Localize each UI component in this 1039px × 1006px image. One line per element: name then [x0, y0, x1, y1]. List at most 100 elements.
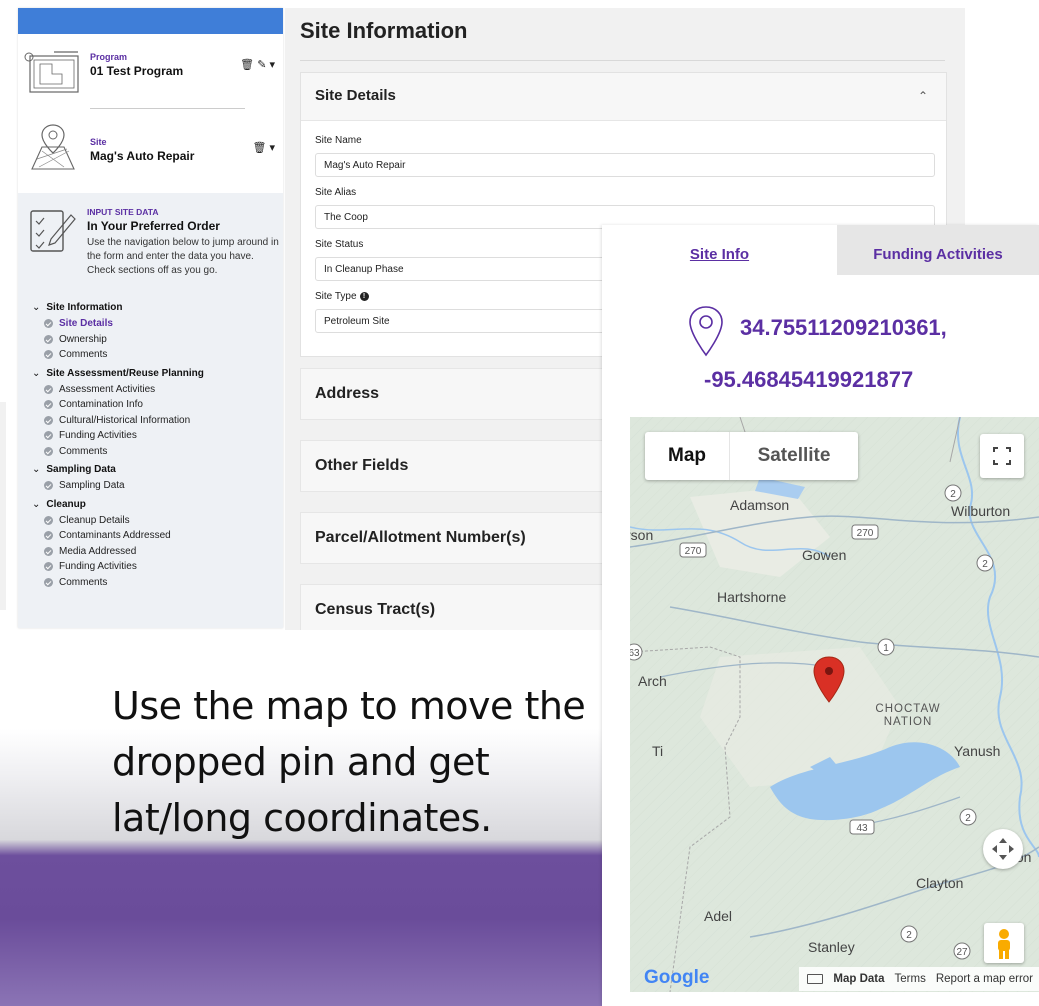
route-shield: 43 — [856, 823, 868, 834]
nav-section-header[interactable]: ⌄ Site Information — [32, 302, 283, 316]
site-name-input[interactable]: Mag's Auto Repair — [315, 153, 935, 177]
tab-funding-activities[interactable]: Funding Activities — [837, 225, 1039, 275]
nav-section-header[interactable]: ⌄ Site Assessment/Reuse Planning — [32, 368, 283, 382]
nav-section-header[interactable]: ⌄ Cleanup — [32, 499, 283, 513]
site-actions[interactable]: 🗑 ▾ — [252, 141, 275, 154]
nav-item[interactable]: Comments — [32, 575, 283, 591]
check-circle-icon — [44, 431, 53, 441]
check-circle-icon — [44, 400, 53, 410]
map-footer: Map Data Terms Report a map error — [799, 967, 1039, 991]
background-panel-edge — [0, 402, 6, 610]
check-circle-icon — [44, 446, 53, 456]
nav-section-label: Site Assessment/Reuse Planning — [46, 367, 204, 379]
route-shield: 63 — [630, 648, 640, 659]
nav-item[interactable]: Funding Activities — [32, 428, 283, 444]
section-navigation: INPUT SITE DATA In Your Preferred Order … — [18, 193, 283, 628]
report-map-error-link[interactable]: Report a map error — [936, 973, 1033, 985]
chevron-up-icon[interactable]: ⌃ — [918, 89, 928, 103]
nav-item[interactable]: Assessment Activities — [32, 382, 283, 398]
check-circle-icon — [44, 546, 53, 556]
map-type-satellite-button[interactable]: Satellite — [730, 432, 858, 480]
map-data-link[interactable]: Map Data — [833, 973, 884, 985]
map-canvas[interactable]: 270 270 2 2 1 63 43 2 2 27 Adamson Wilbu… — [630, 417, 1039, 992]
nav-item-label: Contamination Info — [59, 399, 143, 411]
slide-caption: Use the map to move the dropped pin and … — [112, 684, 586, 840]
terms-link[interactable]: Terms — [895, 973, 926, 985]
chevron-down-icon: ⌄ — [32, 464, 41, 475]
chevron-down-icon: ⌄ — [32, 367, 41, 379]
route-shield: 2 — [906, 930, 912, 941]
site-details-header[interactable]: Site Details ⌃ — [301, 73, 946, 121]
site-details-title: Site Details — [315, 87, 396, 104]
nav-item[interactable]: Site Details — [32, 316, 283, 332]
route-shield: 2 — [982, 559, 988, 570]
nav-item[interactable]: Contamination Info — [32, 397, 283, 413]
nav-item[interactable]: Cultural/Historical Information — [32, 413, 283, 429]
move-pin-button[interactable] — [983, 829, 1023, 869]
nav-heading: In Your Preferred Order — [87, 219, 220, 233]
nav-item[interactable]: Ownership — [32, 332, 283, 348]
nav-help-text: Use the navigation below to jump around … — [87, 237, 279, 276]
site-alias-label: Site Alias — [315, 187, 357, 198]
keyboard-icon[interactable] — [807, 974, 824, 984]
nav-item[interactable]: Comments — [32, 347, 283, 363]
move-arrows-icon — [992, 838, 1014, 860]
check-circle-icon — [44, 531, 53, 541]
place-label: Ti — [652, 743, 664, 759]
site-status-label: Site Status — [315, 239, 364, 250]
fullscreen-button[interactable] — [980, 434, 1024, 478]
nav-item[interactable]: Comments — [32, 444, 283, 460]
nav-item-label: Comments — [59, 349, 108, 361]
street-view-button[interactable] — [984, 923, 1024, 963]
nav-section-label: Sampling Data — [46, 464, 116, 475]
site-name-label: Site Name — [315, 135, 362, 146]
place-label: Hartshorne — [717, 589, 787, 605]
check-circle-icon — [44, 350, 53, 360]
left-sidebar: Program 01 Test Program 🗑 ✎ ▾ Site Mag's… — [18, 8, 283, 628]
nav-item[interactable]: Cleanup Details — [32, 513, 283, 529]
route-shield: 2 — [965, 813, 971, 824]
parcel-section-title: Parcel/Allotment Number(s) — [315, 529, 526, 546]
nav-list: ⌄ Site Information Site Details Ownership Co… — [32, 302, 283, 590]
nav-item[interactable]: Funding Activities — [32, 559, 283, 575]
map-type-control: Map Satellite — [645, 432, 858, 480]
nav-item-label: Funding Activities — [59, 430, 137, 442]
location-pin-icon — [689, 306, 723, 357]
place-label: rson — [630, 527, 654, 543]
program-actions[interactable]: 🗑 ✎ ▾ — [240, 58, 275, 71]
nav-section-header[interactable]: ⌄ Sampling Data — [32, 464, 283, 478]
check-circle-icon — [44, 515, 53, 525]
check-circle-icon — [44, 481, 53, 491]
route-shield: 270 — [685, 546, 702, 557]
fullscreen-icon — [993, 447, 1011, 465]
nav-item-label: Comments — [59, 445, 108, 457]
nav-item-label: Cultural/Historical Information — [59, 414, 191, 426]
nav-section-label: Cleanup — [46, 498, 86, 510]
nav-item-label: Ownership — [59, 333, 107, 345]
nav-item-label: Comments — [59, 576, 108, 588]
nav-item[interactable]: Media Addressed — [32, 544, 283, 560]
info-icon[interactable]: ! — [359, 291, 369, 301]
check-circle-icon — [44, 334, 53, 344]
nav-kicker: INPUT SITE DATA — [87, 207, 159, 217]
nav-item[interactable]: Sampling Data — [32, 478, 283, 494]
place-label: Yanush — [954, 743, 1001, 759]
other-fields-section-title: Other Fields — [315, 457, 409, 474]
map-panel: Site Info Funding Activities 34.75511209… — [602, 225, 1039, 1006]
nav-item[interactable]: Contaminants Addressed — [32, 528, 283, 544]
tab-site-info[interactable]: Site Info — [602, 225, 837, 275]
nav-intro: INPUT SITE DATA In Your Preferred Order … — [30, 207, 283, 297]
program-context: Program 01 Test Program 🗑 ✎ ▾ — [18, 34, 283, 119]
nav-item-label: Cleanup Details — [59, 514, 130, 526]
site-context: Site Mag's Auto Repair 🗑 ▾ — [18, 119, 283, 199]
check-circle-icon — [44, 577, 53, 587]
google-logo: Google — [644, 967, 710, 988]
page-title: Site Information — [300, 18, 468, 43]
route-shield: 2 — [950, 489, 956, 500]
route-shield: 1 — [883, 643, 889, 654]
nav-item-label: Funding Activities — [59, 561, 137, 573]
nav-section-label: Site Information — [46, 302, 123, 313]
map-type-map-button[interactable]: Map — [645, 432, 730, 480]
nav-item-label: Assessment Activities — [59, 383, 156, 395]
check-circle-icon — [44, 319, 53, 329]
